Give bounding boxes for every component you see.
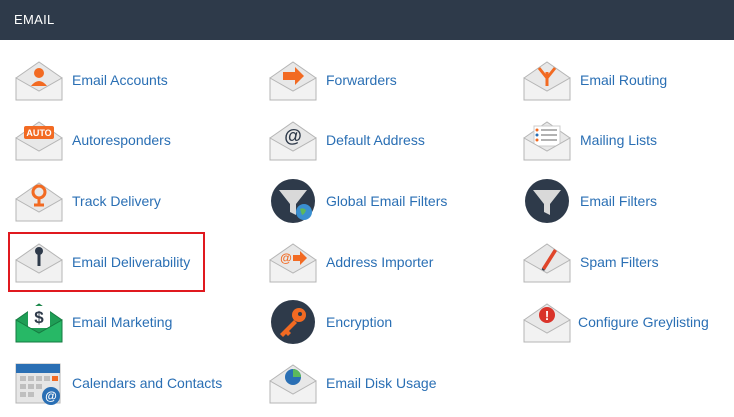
email-deliverability-item[interactable]: Email Deliverability xyxy=(14,240,190,284)
envelope-list-icon xyxy=(523,121,571,161)
item-label[interactable]: Email Routing xyxy=(580,72,667,88)
track-delivery-item[interactable]: Track Delivery xyxy=(14,179,161,223)
envelope-dollar-icon: $ xyxy=(15,303,63,343)
email-filters-item[interactable]: Email Filters xyxy=(522,179,657,223)
section-title: EMAIL xyxy=(14,12,55,27)
item-label[interactable]: Mailing Lists xyxy=(580,132,657,148)
calendar-at-text: @ xyxy=(45,389,57,403)
item-label[interactable]: Global Email Filters xyxy=(326,193,447,209)
at-text: @ xyxy=(284,126,302,146)
email-accounts-item[interactable]: Email Accounts xyxy=(14,58,168,102)
envelope-arrow-icon xyxy=(269,61,317,101)
address-importer-item[interactable]: @ Address Importer xyxy=(268,240,433,284)
forwarders-item[interactable]: Forwarders xyxy=(268,58,397,102)
configure-greylisting-item[interactable]: ! Configure Greylisting xyxy=(522,300,709,344)
item-label[interactable]: Autoresponders xyxy=(72,132,171,148)
item-label[interactable]: Email Disk Usage xyxy=(326,375,436,391)
item-label[interactable]: Default Address xyxy=(326,132,425,148)
section-header: EMAIL xyxy=(0,0,734,40)
global-email-filters-item[interactable]: Global Email Filters xyxy=(268,179,447,223)
autoresponders-item[interactable]: AUTO Autoresponders xyxy=(14,118,171,162)
encryption-item[interactable]: Encryption xyxy=(268,300,392,344)
funnel-globe-icon xyxy=(271,179,315,223)
default-address-item[interactable]: @ Default Address xyxy=(268,118,425,162)
item-label[interactable]: Forwarders xyxy=(326,72,397,88)
dollar-text: $ xyxy=(34,308,44,327)
calendar-icon: @ xyxy=(15,363,61,405)
calendars-and-contacts-item[interactable]: @ Calendars and Contacts xyxy=(14,361,222,405)
item-label[interactable]: Email Marketing xyxy=(72,314,172,330)
envelope-import-icon: @ xyxy=(269,243,317,283)
import-at-text: @ xyxy=(280,251,292,265)
mailing-lists-item[interactable]: Mailing Lists xyxy=(522,118,657,162)
envelope-routing-icon xyxy=(523,61,571,101)
envelope-at-icon: @ xyxy=(269,121,317,161)
funnel-icon xyxy=(525,179,569,223)
item-label[interactable]: Spam Filters xyxy=(580,254,659,270)
item-label[interactable]: Address Importer xyxy=(326,254,433,270)
item-label[interactable]: Email Accounts xyxy=(72,72,168,88)
email-disk-usage-item[interactable]: Email Disk Usage xyxy=(268,361,436,405)
envelope-key-icon xyxy=(15,243,63,283)
item-label[interactable]: Email Deliverability xyxy=(72,254,190,270)
email-routing-item[interactable]: Email Routing xyxy=(522,58,667,102)
item-label[interactable]: Track Delivery xyxy=(72,193,161,209)
item-label[interactable]: Calendars and Contacts xyxy=(72,375,222,391)
key-circle-icon xyxy=(271,300,315,344)
envelope-user-icon xyxy=(15,61,63,101)
envelope-location-icon xyxy=(15,182,63,222)
item-label[interactable]: Configure Greylisting xyxy=(578,314,709,330)
spam-filters-item[interactable]: Spam Filters xyxy=(522,240,659,284)
envelope-pen-icon xyxy=(523,243,571,283)
envelope-auto-icon: AUTO xyxy=(15,121,63,161)
auto-text: AUTO xyxy=(26,128,51,138)
alert-text: ! xyxy=(545,308,549,323)
email-marketing-item[interactable]: $ Email Marketing xyxy=(14,300,172,344)
envelope-pie-icon xyxy=(269,364,317,404)
envelope-alert-icon: ! xyxy=(523,303,571,343)
email-section-panel: EMAIL Email Accounts Forwarders Email Ro… xyxy=(0,0,734,417)
item-label[interactable]: Email Filters xyxy=(580,193,657,209)
item-label[interactable]: Encryption xyxy=(326,314,392,330)
